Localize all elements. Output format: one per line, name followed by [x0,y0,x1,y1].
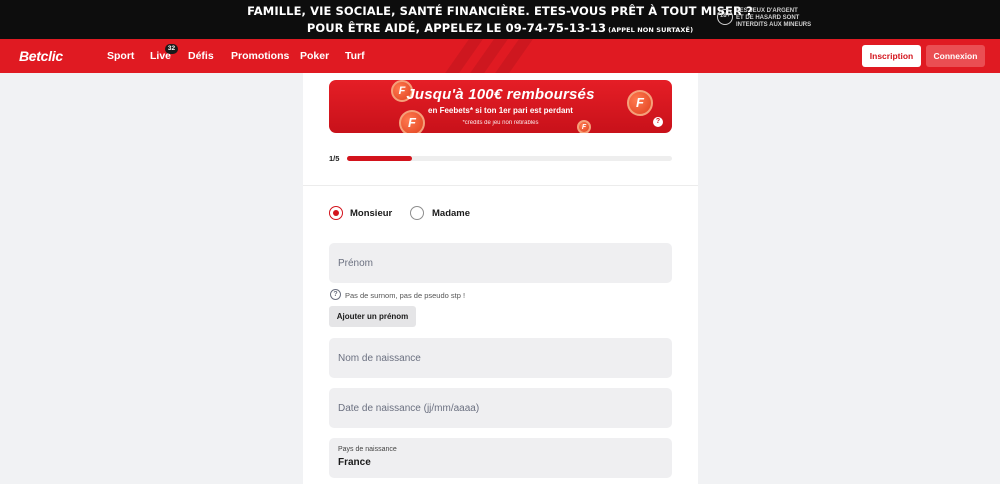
gambling-warning-banner: FAMILLE, VIE SOCIALE, SANTÉ FINANCIÈRE. … [0,0,1000,39]
step-counter: 1/5 [329,154,340,163]
nav-item-promotions[interactable]: Promotions [231,50,289,62]
birth-name-input[interactable] [329,338,672,378]
birth-country-label: Pays de naissance [338,446,397,453]
warning-text: FAMILLE, VIE SOCIALE, SANTÉ FINANCIÈRE. … [0,3,1000,39]
promo-subtitle: en Feebets* si ton 1er pari est perdant [428,106,573,115]
promo-title: Jusqu'à 100€ remboursés [406,86,595,103]
first-name-hint: Pas de surnom, pas de pseudo stp ! [345,291,466,300]
birth-country-value: France [338,457,371,468]
promo-note: *crédits de jeu non retirables [462,120,539,126]
age-18-icon: 18+ [717,9,733,25]
help-circle-icon: ? [330,289,341,300]
minors-warning-line-1: LES JEUX D'ARGENT [736,8,798,14]
first-name-input[interactable] [329,243,672,283]
birth-date-input[interactable] [329,388,672,428]
warning-helpline: POUR ÊTRE AIDÉ, APPELEZ LE 09-74-75-13-1… [306,21,607,35]
nav-item-poker[interactable]: Poker [300,50,329,62]
minors-warning-line-3: INTERDITS AUX MINEURS [736,22,812,28]
section-divider [303,185,698,186]
login-button[interactable]: Connexion [926,45,985,67]
warning-line-2: POUR ÊTRE AIDÉ, APPELEZ LE 09-74-75-13-1… [0,20,1000,39]
promo-info-icon[interactable]: ? [653,117,663,127]
birth-country-select[interactable]: Pays de naissance France [329,438,672,478]
betclic-logo[interactable]: Betclic [19,48,63,64]
promo-banner[interactable]: F F F F Jusqu'à 100€ remboursés en Feebe… [329,80,672,133]
minors-warning: LES JEUX D'ARGENT ET DE HASARD SONT INTE… [736,8,826,29]
radio-label-monsieur[interactable]: Monsieur [350,208,392,219]
progress-bar-fill [347,156,412,161]
add-first-name-button[interactable]: Ajouter un prénom [329,306,416,327]
radio-madame[interactable] [410,206,424,220]
progress-bar [347,156,672,161]
nav-item-defis[interactable]: Défis [188,50,214,62]
register-button[interactable]: Inscription [862,45,921,67]
radio-label-madame[interactable]: Madame [432,208,470,219]
warning-line-1: FAMILLE, VIE SOCIALE, SANTÉ FINANCIÈRE. … [247,4,753,18]
main-nav: Betclic Sport Live 32 Défis Promotions P… [0,39,1000,73]
nav-item-turf[interactable]: Turf [345,50,365,62]
nav-item-sport[interactable]: Sport [107,50,134,62]
radio-monsieur[interactable] [329,206,343,220]
live-count-badge: 32 [165,44,178,54]
warning-helpline-note: (APPEL NON SURTAXÉ) [608,26,694,34]
minors-warning-line-2: ET DE HASARD SONT [736,15,800,21]
